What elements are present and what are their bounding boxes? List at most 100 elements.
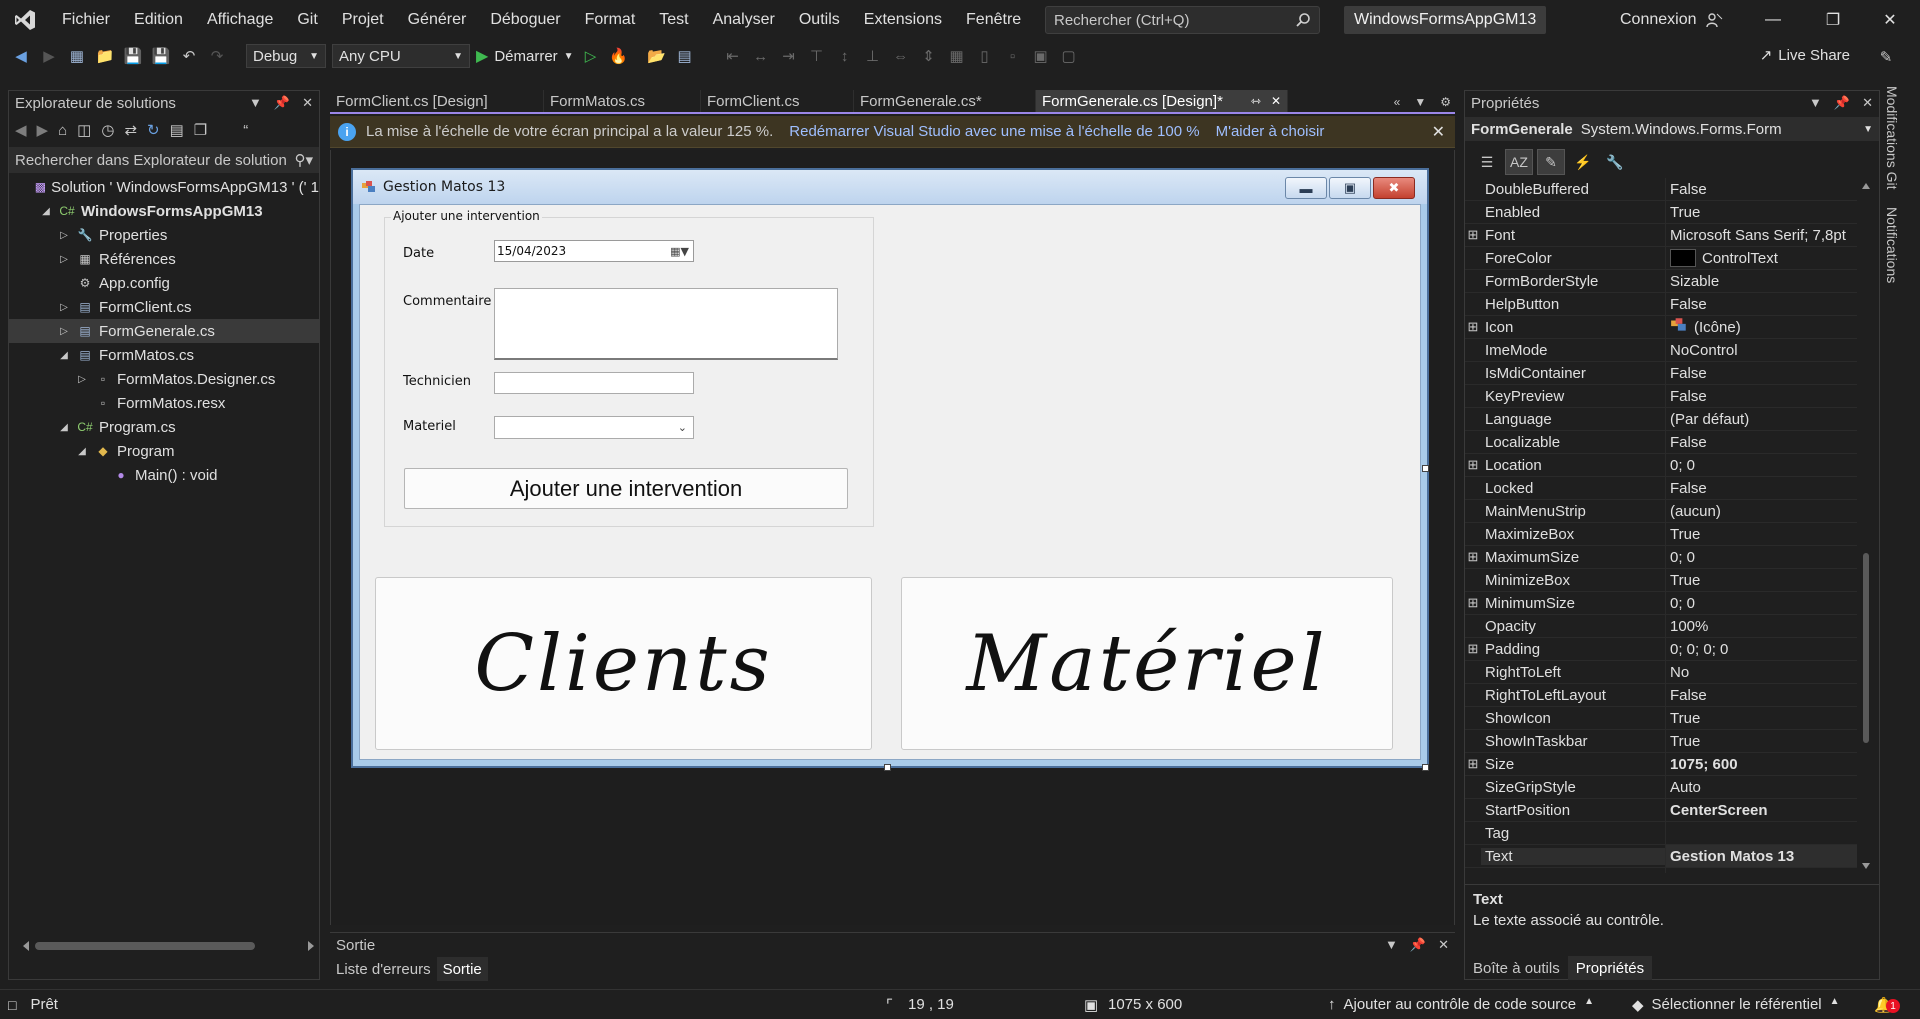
property-value[interactable]: 100% xyxy=(1665,615,1857,637)
more-icon[interactable]: “ xyxy=(243,122,248,139)
close-icon[interactable]: ✕ xyxy=(1432,116,1445,148)
comment-textarea[interactable] xyxy=(494,288,838,360)
menu-item[interactable]: Git xyxy=(285,0,329,40)
expand-icon[interactable]: ⊞ xyxy=(1465,756,1481,772)
horizontal-scrollbar[interactable] xyxy=(21,939,316,951)
source-control-button[interactable]: ↑ Ajouter au contrôle de code source ▲ xyxy=(1328,996,1594,1013)
expand-icon[interactable]: ⊞ xyxy=(1465,549,1481,565)
align-centers-icon[interactable]: ↔ xyxy=(750,45,772,67)
resize-handle-bottom[interactable] xyxy=(884,764,891,771)
collapse-all-icon[interactable]: ▤ xyxy=(170,121,184,139)
solution-search-input[interactable]: Rechercher dans Explorateur de solution … xyxy=(9,147,319,173)
notifications-tab[interactable]: Notifications xyxy=(1884,207,1900,283)
properties-view-icon[interactable]: ✎ xyxy=(1537,149,1565,175)
form-preview[interactable]: Gestion Matos 13 ▬ ▣ ✖ Ajouter une inter… xyxy=(351,168,1429,768)
collapsed-arrow-icon[interactable]: ▷ xyxy=(75,374,89,385)
undo-icon[interactable]: ↶ xyxy=(178,45,200,67)
align-bottoms-icon[interactable]: ⊥ xyxy=(862,45,884,67)
form-maximize-button[interactable]: ▣ xyxy=(1329,177,1371,199)
property-row[interactable]: ForeColor ControlText xyxy=(1465,247,1857,270)
pin-icon[interactable]: ⇿ xyxy=(1251,94,1261,108)
property-row[interactable]: Text Gestion Matos 13 xyxy=(1465,845,1857,868)
collapsed-arrow-icon[interactable]: ▷ xyxy=(57,254,71,265)
document-tab[interactable]: FormMatos.cs xyxy=(544,90,701,112)
login-button[interactable]: Connexion xyxy=(1620,6,1723,34)
alphabetical-icon[interactable]: AZ xyxy=(1505,149,1533,175)
property-value[interactable]: (aucun) xyxy=(1665,500,1857,522)
property-row[interactable]: SizeGripStyle Auto xyxy=(1465,776,1857,799)
menu-item[interactable]: Projet xyxy=(330,0,396,40)
size-to-grid-icon[interactable]: ▦ xyxy=(946,45,968,67)
gear-icon[interactable]: ⚙ xyxy=(1440,95,1451,109)
collapsed-arrow-icon[interactable]: ▷ xyxy=(57,230,71,241)
menu-item[interactable]: Affichage xyxy=(195,0,285,40)
user-feedback-icon[interactable] xyxy=(1705,11,1723,29)
hot-reload-icon[interactable]: 🔥 xyxy=(608,45,630,67)
expanded-arrow-icon[interactable]: ◢ xyxy=(57,350,71,361)
property-row[interactable]: ⊞ Font Microsoft Sans Serif; 7,8pt xyxy=(1465,224,1857,247)
make-same-width-icon[interactable]: ⇔ xyxy=(890,45,912,67)
forward-navigation-icon[interactable]: ▶ xyxy=(38,45,60,67)
back-navigation-icon[interactable]: ◀ xyxy=(10,45,32,67)
git-changes-tab[interactable]: Modifications Git xyxy=(1884,86,1900,189)
folder-icon[interactable]: 📂 xyxy=(646,45,668,67)
search-input[interactable]: Rechercher (Ctrl+Q) xyxy=(1045,6,1320,34)
close-icon[interactable]: ✕ xyxy=(1438,937,1449,953)
resize-handle-corner[interactable] xyxy=(1422,764,1429,771)
center-horizontally-icon[interactable]: ▫ xyxy=(1002,45,1024,67)
repository-button[interactable]: ◆ Sélectionner le référentiel ▲ xyxy=(1632,996,1840,1014)
form-close-button[interactable]: ✖ xyxy=(1373,177,1415,199)
menu-item[interactable]: Déboguer xyxy=(478,0,572,40)
configuration-select[interactable]: Debug ▼ xyxy=(246,44,326,68)
document-tab[interactable]: FormClient.cs [Design] xyxy=(330,90,544,112)
property-value[interactable]: True xyxy=(1665,730,1857,752)
property-value[interactable]: True xyxy=(1665,569,1857,591)
form-minimize-button[interactable]: ▬ xyxy=(1285,177,1327,199)
property-value[interactable]: Sizable xyxy=(1665,270,1857,292)
pending-changes-icon[interactable]: ◷ xyxy=(101,121,114,139)
property-row[interactable]: Opacity 100% xyxy=(1465,615,1857,638)
property-row[interactable]: ⊞ Size 1075; 600 xyxy=(1465,753,1857,776)
property-row[interactable]: FormBorderStyle Sizable xyxy=(1465,270,1857,293)
tree-item[interactable]: ▩ Solution ' WindowsFormsAppGM13 ' (' 1 xyxy=(9,175,319,199)
expand-icon[interactable]: ⊞ xyxy=(1465,319,1481,335)
property-value[interactable]: True xyxy=(1665,523,1857,545)
property-value[interactable] xyxy=(1665,822,1857,844)
restore-window-icon[interactable]: ❐ xyxy=(1805,0,1861,40)
pin-icon[interactable]: 📌 xyxy=(274,95,290,111)
show-all-files-icon[interactable]: ❐ xyxy=(194,121,207,139)
property-row[interactable]: Enabled True xyxy=(1465,201,1857,224)
expanded-arrow-icon[interactable]: ◢ xyxy=(57,422,71,433)
property-row[interactable]: DoubleBuffered False xyxy=(1465,178,1857,201)
pin-icon[interactable]: 📌 xyxy=(1834,95,1850,111)
property-value[interactable]: Auto xyxy=(1665,776,1857,798)
material-select[interactable]: ⌄ xyxy=(494,416,694,439)
property-value[interactable]: False xyxy=(1665,293,1857,315)
live-share-button[interactable]: ↗ Live Share xyxy=(1760,46,1850,65)
property-row[interactable]: ⊞ Icon (Icône) xyxy=(1465,316,1857,339)
open-file-icon[interactable]: 📁 xyxy=(94,45,116,67)
property-value[interactable]: False xyxy=(1665,385,1857,407)
make-same-height-icon[interactable]: ⇕ xyxy=(918,45,940,67)
menu-item[interactable]: Format xyxy=(573,0,648,40)
switch-views-icon[interactable]: ◫ xyxy=(77,121,91,139)
refresh-icon[interactable]: ↻ xyxy=(147,121,160,139)
output-tab[interactable]: Liste d'erreurs xyxy=(330,957,437,981)
materiel-button[interactable]: Matériel xyxy=(901,577,1393,750)
panel-options-icon[interactable]: ▼ xyxy=(1385,937,1398,953)
property-row[interactable]: MinimizeBox True xyxy=(1465,569,1857,592)
align-tops-icon[interactable]: ⊤ xyxy=(806,45,828,67)
redo-icon[interactable]: ↷ xyxy=(206,45,228,67)
property-row[interactable]: Locked False xyxy=(1465,477,1857,500)
document-tab[interactable]: FormGenerale.cs* xyxy=(854,90,1036,112)
minimize-window-icon[interactable]: — xyxy=(1745,0,1801,40)
property-row[interactable]: RightToLeftLayout False xyxy=(1465,684,1857,707)
expand-icon[interactable]: ⊞ xyxy=(1465,641,1481,657)
document-tab[interactable]: FormGenerale.cs [Design]* ⇿ ✕ xyxy=(1036,90,1288,112)
property-row[interactable]: RightToLeft No xyxy=(1465,661,1857,684)
panel-options-icon[interactable]: ▼ xyxy=(1809,95,1822,111)
close-icon[interactable]: ✕ xyxy=(1271,94,1281,108)
scroll-tabs-icon[interactable]: « xyxy=(1394,95,1401,109)
forward-icon[interactable]: ▶ xyxy=(37,121,49,139)
menu-item[interactable]: Edition xyxy=(122,0,195,40)
